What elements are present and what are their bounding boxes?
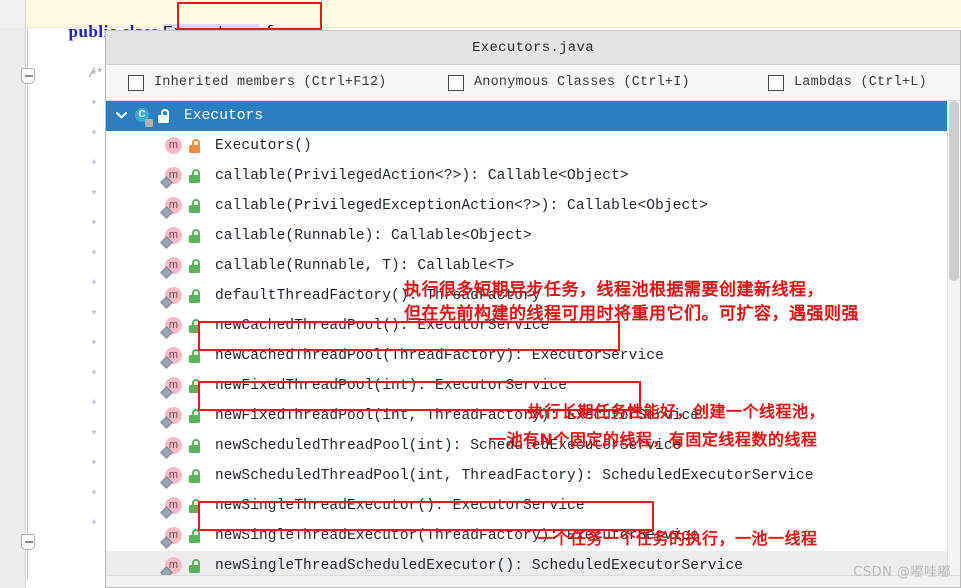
lock-public-icon bbox=[156, 108, 172, 124]
popup-filter-toolbar: Inherited members (Ctrl+F12) Anonymous C… bbox=[106, 65, 960, 101]
lock-public-icon bbox=[187, 318, 203, 334]
tree-row-label: newSingleThreadScheduledExecutor(): Sche… bbox=[215, 558, 744, 574]
lock-public-icon bbox=[187, 348, 203, 364]
method-icon: m bbox=[160, 225, 184, 249]
checkbox-icon[interactable] bbox=[128, 74, 144, 91]
popup-scrollbar[interactable] bbox=[947, 101, 960, 575]
lock-public-icon bbox=[187, 408, 203, 424]
checkbox-label: Lambdas (Ctrl+L) bbox=[794, 75, 927, 90]
popup-title: Executors.java bbox=[106, 31, 960, 65]
lock-public-icon bbox=[187, 498, 203, 514]
tree-row[interactable]: m callable(Runnable): Callable<Object> bbox=[106, 221, 960, 251]
lock-public-icon bbox=[187, 528, 203, 544]
javadoc-asterisk: * bbox=[90, 68, 98, 83]
annotation-cached-pool-line1: 执行很多短期异步任务，线程池根据需要创建新线程， bbox=[404, 280, 824, 300]
javadoc-asterisk: * bbox=[90, 518, 98, 533]
method-icon: m bbox=[160, 255, 184, 279]
lock-public-icon bbox=[187, 198, 203, 214]
method-icon: m bbox=[160, 495, 184, 519]
csdn-watermark: CSDN @嘟哇嘟 bbox=[853, 565, 951, 580]
lock-public-icon bbox=[187, 168, 203, 184]
tree-row[interactable]: m newSingleThreadExecutor(ThreadFactory):… bbox=[106, 521, 960, 551]
code-fold-rail bbox=[27, 28, 28, 580]
tree-row[interactable]: m newScheduledThreadPool(int, ThreadFacto… bbox=[106, 461, 960, 491]
method-icon: m bbox=[162, 135, 184, 157]
checkbox-lambdas[interactable]: Lambdas (Ctrl+L) bbox=[768, 74, 927, 91]
tree-row-label: newScheduledThreadPool(int, ThreadFactor… bbox=[215, 468, 814, 484]
tree-row[interactable]: m callable(PrivilegedExceptionAction<?>):… bbox=[106, 191, 960, 221]
tree-row-label: newSingleThreadExecutor(): ExecutorServi… bbox=[215, 498, 585, 514]
checkbox-label: Anonymous Classes (Ctrl+I) bbox=[474, 75, 690, 90]
lock-private-icon bbox=[187, 138, 203, 154]
javadoc-asterisk: * bbox=[90, 158, 98, 173]
tree-row[interactable]: m newFixedThreadPool(int): ExecutorServic… bbox=[106, 371, 960, 401]
tree-row-label: Executors() bbox=[215, 138, 312, 154]
javadoc-asterisk: * bbox=[90, 428, 98, 443]
method-icon: m bbox=[160, 195, 184, 219]
annotation-fixed-pool-line2: 一池有N个固定的线程，有固定线程数的线程 bbox=[490, 430, 818, 449]
class-icon: C bbox=[134, 107, 153, 127]
method-icon: m bbox=[160, 405, 184, 429]
javadoc-asterisk: * bbox=[90, 278, 98, 293]
tree-row-selected[interactable]: C Executors bbox=[106, 101, 960, 131]
javadoc-asterisk: * bbox=[90, 218, 98, 233]
lock-public-icon bbox=[187, 558, 203, 574]
lock-public-icon bbox=[187, 228, 203, 244]
tree-row-label: callable(PrivilegedAction<?>): Callable<… bbox=[215, 168, 629, 184]
tree-row[interactable]: m callable(PrivilegedAction<?>): Callable… bbox=[106, 161, 960, 191]
javadoc-asterisk: * bbox=[90, 308, 98, 323]
tree-row-label: callable(Runnable): Callable<Object> bbox=[215, 228, 532, 244]
checkbox-anonymous-classes[interactable]: Anonymous Classes (Ctrl+I) bbox=[448, 74, 768, 91]
lock-public-icon bbox=[187, 468, 203, 484]
javadoc-asterisk: * bbox=[90, 188, 98, 203]
structure-tree: C Executors m Executors() m callable(Privileg… bbox=[106, 101, 960, 581]
checkbox-icon[interactable] bbox=[448, 74, 464, 91]
tree-row-label: Executors bbox=[184, 108, 264, 124]
method-icon: m bbox=[160, 525, 184, 549]
chevron-down-icon[interactable] bbox=[112, 101, 134, 131]
fold-collapse-icon-top[interactable] bbox=[21, 68, 35, 84]
tree-row-label: newFixedThreadPool(int): ExecutorService bbox=[215, 378, 568, 394]
editor-gutter bbox=[0, 28, 26, 588]
checkbox-icon[interactable] bbox=[768, 74, 784, 91]
lock-public-icon bbox=[187, 258, 203, 274]
method-icon: m bbox=[160, 345, 184, 369]
screenshot-root: public class Executors { /* * * * * * * … bbox=[0, 0, 961, 588]
checkbox-label: Inherited members (Ctrl+F12) bbox=[154, 75, 387, 90]
tree-row[interactable]: m newCachedThreadPool(ThreadFactory): Exe… bbox=[106, 341, 960, 371]
javadoc-asterisk: * bbox=[90, 368, 98, 383]
scrollbar-thumb[interactable] bbox=[949, 101, 959, 281]
editor-gutter-top bbox=[0, 0, 26, 28]
tree-row[interactable]: m newSingleThreadExecutor(): ExecutorServ… bbox=[106, 491, 960, 521]
method-icon: m bbox=[160, 165, 184, 189]
method-icon: m bbox=[160, 465, 184, 489]
method-icon: m bbox=[160, 285, 184, 309]
annotation-cached-pool-line2: 但在先前构建的线程可用时将重用它们。可扩容，遇强则强 bbox=[404, 304, 859, 324]
method-icon: m bbox=[160, 315, 184, 339]
popup-footer bbox=[106, 575, 960, 587]
javadoc-asterisk: * bbox=[90, 98, 98, 113]
tree-row-label: callable(PrivilegedExceptionAction<?>): … bbox=[215, 198, 708, 214]
javadoc-asterisk: * bbox=[90, 338, 98, 353]
javadoc-asterisk: * bbox=[90, 488, 98, 503]
annotation-single-executor-line1: 一个任务一个任务的执行，一池一线程 bbox=[537, 529, 818, 548]
javadoc-asterisk: * bbox=[90, 128, 98, 143]
javadoc-asterisk: * bbox=[90, 248, 98, 263]
checkbox-inherited-members[interactable]: Inherited members (Ctrl+F12) bbox=[128, 74, 448, 91]
annotation-fixed-pool-line1: 执行长期任务性能好，创建一个线程池， bbox=[528, 402, 826, 421]
lock-public-icon bbox=[187, 438, 203, 454]
tree-row[interactable]: m Executors() bbox=[106, 131, 960, 161]
method-icon: m bbox=[160, 375, 184, 399]
lock-public-icon bbox=[187, 288, 203, 304]
tree-row-label: newCachedThreadPool(ThreadFactory): Exec… bbox=[215, 348, 664, 364]
method-icon: m bbox=[160, 555, 184, 579]
lock-public-icon bbox=[187, 378, 203, 394]
javadoc-asterisk: * bbox=[90, 398, 98, 413]
javadoc-asterisk: * bbox=[90, 458, 98, 473]
method-icon: m bbox=[160, 435, 184, 459]
tree-row-label: callable(Runnable, T): Callable<T> bbox=[215, 258, 515, 274]
fold-collapse-icon-bottom[interactable] bbox=[21, 534, 35, 550]
